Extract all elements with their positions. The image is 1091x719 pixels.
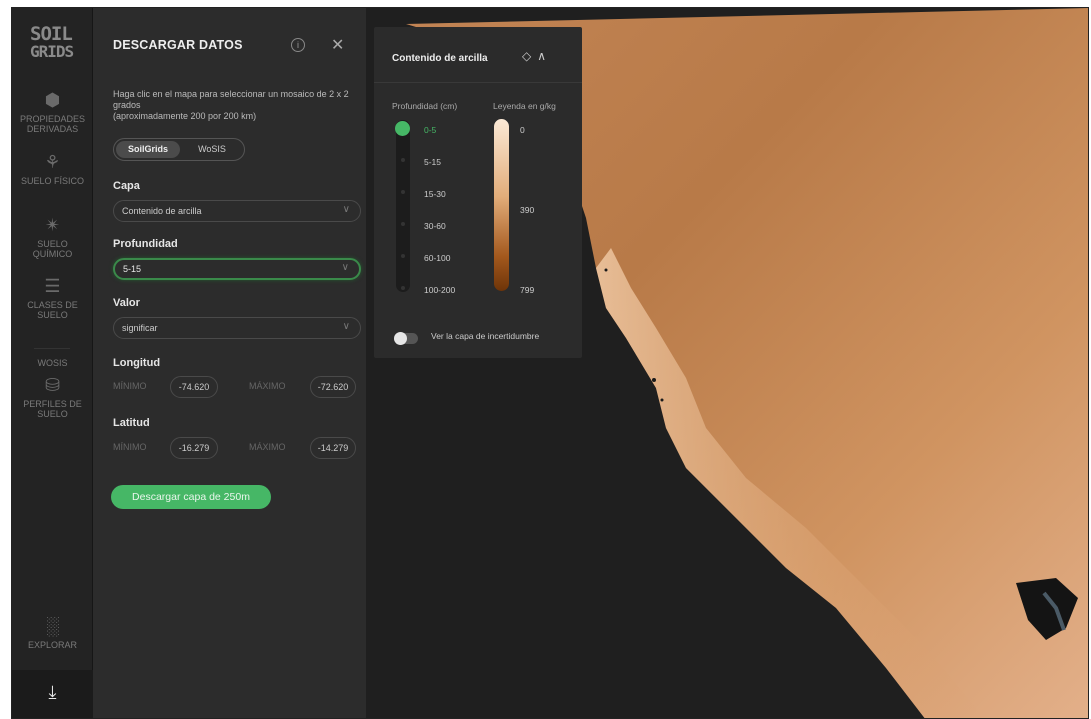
chevron-down-icon: ∨ [342,204,350,215]
lon-min-label: MÍNIMO [113,381,147,391]
value-label: Valor [113,297,140,309]
slider-tick [401,158,405,162]
depth-column-header: Profundidad (cm) [392,101,458,111]
nav-perfiles-de-suelo[interactable]: ⛁ PERFILES DE SUELO [12,375,93,419]
opacity-icon[interactable]: ◇ [522,49,537,63]
depth-option[interactable]: 100-200 [424,285,455,295]
depth-option[interactable]: 15-30 [424,189,446,199]
depth-select[interactable]: 5-15 ∨ [113,258,361,280]
logo-line-2: GRIDS [30,42,74,61]
toggle-knob [394,332,407,345]
nav-label: DERIVADAS [26,124,79,134]
legend-value: 799 [520,285,535,295]
lat-max-input[interactable]: -14.279 [310,437,356,459]
sprout-icon: ⚘ [44,152,61,172]
legend-title: Contenido de arcilla [392,53,488,64]
nav-label: SUELO [37,409,68,419]
explore-chart-icon: ░ [46,616,59,636]
collapse-icon[interactable]: ∧ [537,49,552,63]
lat-min-input[interactable]: -16.279 [170,437,218,459]
download-panel: DESCARGAR DATOS i ✕ Haga clic en el mapa… [93,8,366,718]
nav-suelo-fisico[interactable]: ⚘ SUELO FÍSICO [12,152,93,186]
source-toggle: SoilGrids WoSIS [113,138,245,161]
nav-label: SUELO [37,239,68,249]
nav-clases-de-suelo[interactable]: ☰ CLASES DE SUELO [12,276,93,320]
soilgrids-logo[interactable]: SOIL GRIDS [30,25,76,61]
value-select-value: significar [122,323,158,333]
nav-label: SUELO FÍSICO [20,176,84,186]
download-button[interactable]: ⤓ [12,670,93,718]
legend-value: 390 [520,205,535,215]
nav-label: EXPLORAR [27,640,78,650]
nav-suelo-quimico[interactable]: ✴ SUELO QUÍMICO [12,215,93,259]
database-icon: ⛁ [44,375,61,395]
left-nav-rail: SOIL GRIDS ⬢ PROPIEDADES DERIVADAS ⚘ SUE… [12,8,93,718]
legend-divider [374,82,582,83]
depth-slider-track[interactable] [396,120,410,292]
lat-max-label: MÁXIMO [249,442,286,452]
layers-icon: ⬢ [44,90,61,110]
rail-divider [34,348,70,349]
slider-tick [401,222,405,226]
depth-option[interactable]: 30-60 [424,221,446,231]
nav-label: PERFILES DE [23,399,82,409]
molecule-icon: ✴ [44,215,61,235]
instructions-line-1: Haga clic en el mapa para seleccionar un… [113,89,349,110]
nav-label: CLASES DE [27,300,78,310]
slider-tick [401,190,405,194]
list-icon: ☰ [44,276,61,296]
nav-propiedades-derivadas[interactable]: ⬢ PROPIEDADES DERIVADAS [12,90,93,134]
layer-legend-panel: Contenido de arcilla ◇∧ Profundidad (cm)… [374,27,582,358]
panel-instructions: Haga clic en el mapa para seleccionar un… [113,89,361,122]
legend-column-header: Leyenda en g/kg [493,101,556,111]
layer-select[interactable]: Contenido de arcilla ∨ [113,200,361,222]
uncertainty-toggle[interactable] [394,332,418,345]
slider-tick [401,254,405,258]
longitude-label: Longitud [113,357,161,369]
depth-select-value: 5-15 [123,264,142,274]
close-icon[interactable]: ✕ [331,35,344,55]
nav-explorar[interactable]: ░ EXPLORAR [12,616,93,650]
app-window: SOIL GRIDS ⬢ PROPIEDADES DERIVADAS ⚘ SUE… [11,7,1089,719]
layer-label: Capa [113,180,140,192]
tab-wosis[interactable]: WoSIS [182,141,242,158]
depth-option[interactable]: 5-15 [424,157,441,167]
nav-label: PROPIEDADES [19,114,86,124]
nav-label: QUÍMICO [32,249,73,259]
value-select[interactable]: significar ∨ [113,317,361,339]
latitude-label: Latitud [113,417,150,429]
color-legend-bar [494,119,509,291]
layer-select-value: Contenido de arcilla [122,206,202,216]
depth-option[interactable]: 0-5 [424,125,436,135]
instructions-line-2: (aproximadamente 200 por 200 km) [113,111,257,121]
lon-max-input[interactable]: -72.620 [310,376,356,398]
chevron-down-icon: ∨ [341,262,349,273]
lat-min-label: MÍNIMO [113,442,147,452]
panel-title: DESCARGAR DATOS [113,38,243,52]
slider-tick [401,286,405,290]
nav-wosis[interactable]: WOSIS [12,358,93,368]
info-icon[interactable]: i [291,38,305,52]
chevron-down-icon: ∨ [342,321,350,332]
nav-label: SUELO [37,310,68,320]
legend-value: 0 [520,125,525,135]
download-icon: ⤓ [48,682,57,702]
uncertainty-label: Ver la capa de incertidumbre [431,331,540,341]
depth-label: Profundidad [113,238,178,250]
download-layer-button[interactable]: Descargar capa de 250m [111,485,271,509]
tab-soilgrids[interactable]: SoilGrids [116,141,180,158]
depth-option[interactable]: 60-100 [424,253,450,263]
lon-max-label: MÁXIMO [249,381,286,391]
lon-min-input[interactable]: -74.620 [170,376,218,398]
nav-label: WOSIS [37,358,68,368]
depth-slider-handle[interactable] [395,121,410,136]
legend-controls: ◇∧ [522,49,552,63]
